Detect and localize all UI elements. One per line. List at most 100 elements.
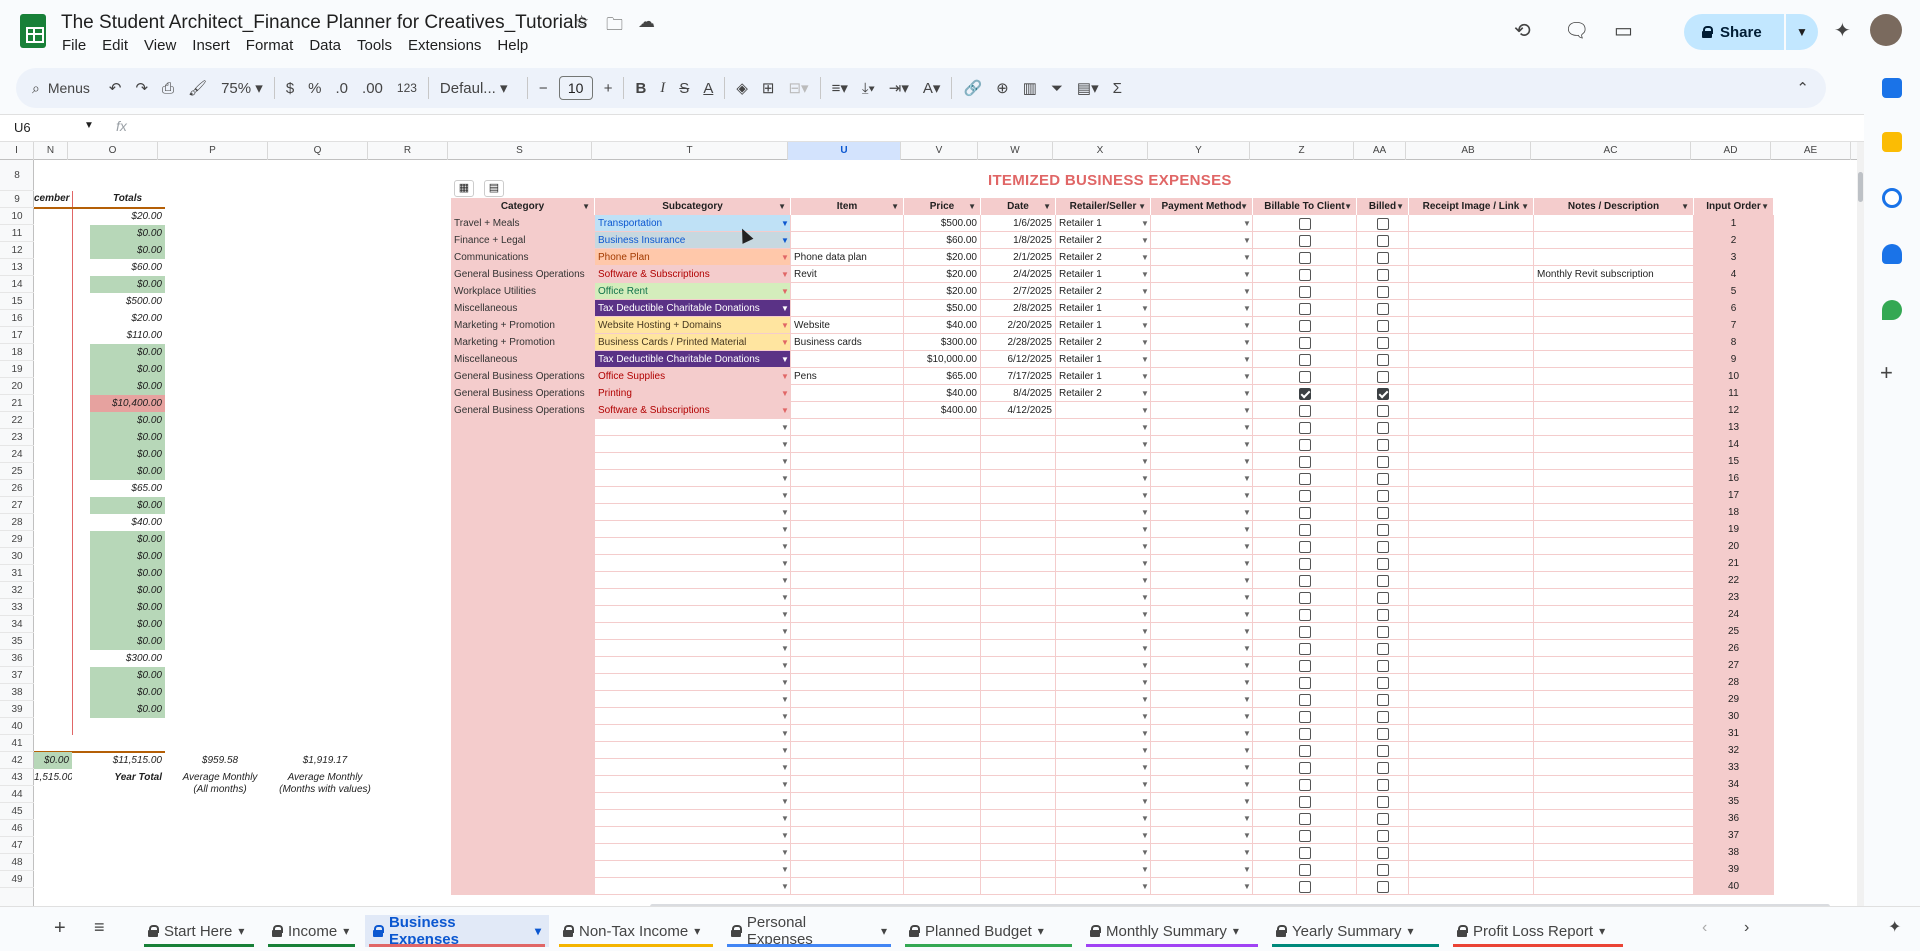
date-cell[interactable] (981, 725, 1056, 742)
retailer-cell[interactable] (1056, 844, 1151, 861)
retailer-cell[interactable] (1056, 606, 1151, 623)
notes-cell[interactable] (1534, 827, 1694, 844)
increase-decimal-button[interactable]: .00 (355, 80, 390, 97)
price-cell[interactable]: $10,000.00 (904, 351, 981, 368)
subcategory-cell[interactable] (595, 538, 791, 555)
category-cell[interactable]: General Business Operations (451, 402, 595, 419)
table-header-input-order[interactable]: Input Order ▼ (1694, 198, 1774, 215)
maps-icon[interactable] (1882, 300, 1902, 320)
item-cell[interactable] (791, 776, 904, 793)
billable-checkbox[interactable] (1299, 864, 1311, 876)
search-menus-button[interactable]: ⌕ Menus (16, 80, 102, 97)
dropdown-arrow-icon[interactable]: ▼ (781, 882, 789, 891)
payment-method-cell[interactable] (1151, 538, 1253, 555)
retailer-cell[interactable]: Retailer 2 (1056, 232, 1151, 249)
column-header-aa[interactable]: AA (1354, 142, 1406, 160)
column-header-x[interactable]: X (1053, 142, 1148, 160)
subcategory-cell[interactable] (595, 725, 791, 742)
payment-method-cell[interactable] (1151, 878, 1253, 895)
dropdown-arrow-icon[interactable]: ▼ (781, 712, 789, 721)
receipt-cell[interactable] (1409, 725, 1534, 742)
payment-method-cell[interactable] (1151, 725, 1253, 742)
filter-chevron-icon[interactable]: ▼ (1344, 198, 1352, 215)
billed-checkbox[interactable] (1377, 286, 1389, 298)
price-cell[interactable] (904, 572, 981, 589)
subcategory-cell[interactable]: Software & Subscriptions (595, 402, 791, 419)
price-cell[interactable]: $400.00 (904, 402, 981, 419)
receipt-cell[interactable] (1409, 232, 1534, 249)
date-cell[interactable] (981, 793, 1056, 810)
date-cell[interactable] (981, 640, 1056, 657)
notes-cell[interactable] (1534, 606, 1694, 623)
dropdown-arrow-icon[interactable]: ▼ (1243, 661, 1251, 670)
dropdown-arrow-icon[interactable]: ▼ (1243, 236, 1251, 245)
chevron-down-icon[interactable]: ▾ (238, 924, 244, 938)
table-view-icon[interactable]: ▦ (454, 180, 474, 197)
price-cell[interactable] (904, 691, 981, 708)
dropdown-arrow-icon[interactable]: ▼ (1243, 491, 1251, 500)
notes-cell[interactable] (1534, 283, 1694, 300)
borders-icon[interactable]: ⊞ (755, 79, 782, 97)
payment-method-cell[interactable] (1151, 453, 1253, 470)
dropdown-arrow-icon[interactable]: ▼ (1243, 593, 1251, 602)
billed-checkbox[interactable] (1377, 830, 1389, 842)
payment-method-cell[interactable] (1151, 657, 1253, 674)
row-header[interactable]: 18 (0, 344, 34, 361)
notes-cell[interactable] (1534, 215, 1694, 232)
dropdown-arrow-icon[interactable]: ▼ (1243, 287, 1251, 296)
billable-checkbox[interactable] (1299, 847, 1311, 859)
retailer-cell[interactable] (1056, 572, 1151, 589)
column-header-t[interactable]: T (592, 142, 788, 160)
billable-checkbox[interactable] (1299, 507, 1311, 519)
price-cell[interactable] (904, 742, 981, 759)
billed-checkbox[interactable] (1377, 592, 1389, 604)
retailer-cell[interactable]: Retailer 1 (1056, 368, 1151, 385)
price-cell[interactable] (904, 827, 981, 844)
payment-method-cell[interactable] (1151, 504, 1253, 521)
table-header-billed[interactable]: Billed ▼ (1357, 198, 1409, 215)
billed-checkbox[interactable] (1377, 371, 1389, 383)
billed-checkbox[interactable] (1377, 235, 1389, 247)
item-cell[interactable] (791, 453, 904, 470)
category-cell[interactable] (451, 453, 595, 470)
payment-method-cell[interactable] (1151, 827, 1253, 844)
avatar[interactable] (1870, 14, 1902, 46)
item-cell[interactable] (791, 232, 904, 249)
item-cell[interactable] (791, 708, 904, 725)
menu-file[interactable]: File (54, 36, 94, 55)
item-cell[interactable] (791, 504, 904, 521)
receipt-cell[interactable] (1409, 572, 1534, 589)
subcategory-cell[interactable] (595, 623, 791, 640)
collapse-toolbar-icon[interactable]: ⌃ (1789, 79, 1816, 97)
notes-cell[interactable] (1534, 861, 1694, 878)
notes-cell[interactable] (1534, 249, 1694, 266)
date-cell[interactable]: 2/8/2025 (981, 300, 1056, 317)
billable-checkbox[interactable] (1299, 320, 1311, 332)
dropdown-arrow-icon[interactable]: ▼ (781, 491, 789, 500)
row-header[interactable]: 16 (0, 310, 34, 327)
notes-cell[interactable] (1534, 691, 1694, 708)
sheet-tab-monthly-summary[interactable]: Monthly Summary ▾ (1082, 915, 1262, 947)
payment-method-cell[interactable] (1151, 402, 1253, 419)
receipt-cell[interactable] (1409, 419, 1534, 436)
notes-cell[interactable] (1534, 419, 1694, 436)
dropdown-arrow-icon[interactable]: ▼ (781, 270, 789, 279)
billable-checkbox[interactable] (1299, 745, 1311, 757)
category-cell[interactable]: Miscellaneous (451, 300, 595, 317)
row-header[interactable]: 44 (0, 786, 34, 803)
dropdown-arrow-icon[interactable]: ▼ (781, 236, 789, 245)
fill-color-icon[interactable]: ◈ (729, 79, 755, 97)
retailer-cell[interactable] (1056, 878, 1151, 895)
notes-cell[interactable] (1534, 538, 1694, 555)
row-header[interactable]: 45 (0, 803, 34, 820)
retailer-cell[interactable] (1056, 861, 1151, 878)
billed-checkbox[interactable] (1377, 490, 1389, 502)
dropdown-arrow-icon[interactable]: ▼ (1243, 406, 1251, 415)
row-header[interactable]: 48 (0, 854, 34, 871)
dropdown-arrow-icon[interactable]: ▼ (1141, 304, 1149, 313)
billed-checkbox[interactable] (1377, 677, 1389, 689)
decrease-decimal-button[interactable]: .0 (329, 80, 356, 97)
subcategory-cell[interactable] (595, 674, 791, 691)
column-header-v[interactable]: V (901, 142, 978, 160)
dropdown-arrow-icon[interactable]: ▼ (781, 729, 789, 738)
